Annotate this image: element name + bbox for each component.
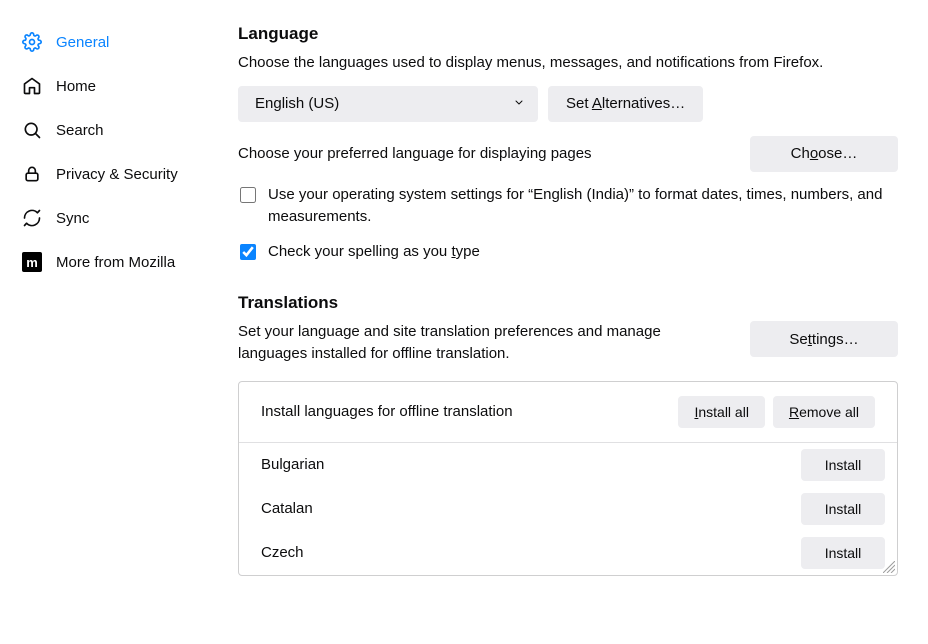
sidebar-item-privacy[interactable]: Privacy & Security <box>16 152 220 196</box>
settings-sidebar: General Home Search Privacy & Security S… <box>0 0 220 644</box>
spellcheck-label: Check your spelling as you type <box>268 241 898 264</box>
sidebar-item-search[interactable]: Search <box>16 108 220 152</box>
home-icon <box>22 76 42 96</box>
translations-section-title: Translations <box>238 293 898 313</box>
remove-all-button[interactable]: Remove all <box>773 396 875 428</box>
search-icon <box>22 120 42 140</box>
sidebar-item-label: More from Mozilla <box>56 254 175 271</box>
chevron-down-icon <box>513 95 525 112</box>
translations-settings-button[interactable]: Settings… <box>750 321 898 357</box>
gear-icon <box>22 32 42 52</box>
install-all-button[interactable]: Install all <box>678 396 764 428</box>
sidebar-item-label: General <box>56 34 109 51</box>
settings-main: Language Choose the languages used to di… <box>220 0 928 644</box>
language-dropdown[interactable]: English (US) <box>238 86 538 122</box>
sidebar-item-sync[interactable]: Sync <box>16 196 220 240</box>
language-section-desc: Choose the languages used to display men… <box>238 52 898 74</box>
sidebar-item-label: Sync <box>56 210 89 227</box>
sync-icon <box>22 208 42 228</box>
language-name: Bulgarian <box>261 456 324 473</box>
translations-section-desc: Set your language and site translation p… <box>238 321 730 365</box>
spellcheck-checkbox-row[interactable]: Check your spelling as you type <box>238 241 898 264</box>
language-name: Czech <box>261 544 304 561</box>
language-row: Bulgarian Install <box>239 443 897 487</box>
sidebar-item-mozilla[interactable]: m More from Mozilla <box>16 240 220 284</box>
install-language-button[interactable]: Install <box>801 537 885 569</box>
translations-language-box: Install languages for offline translatio… <box>238 381 898 576</box>
sidebar-item-general[interactable]: General <box>16 20 220 64</box>
sidebar-item-label: Home <box>56 78 96 95</box>
translations-install-header: Install languages for offline translatio… <box>261 403 513 420</box>
sidebar-item-home[interactable]: Home <box>16 64 220 108</box>
lock-icon <box>22 164 42 184</box>
install-language-button[interactable]: Install <box>801 449 885 481</box>
mozilla-icon: m <box>22 252 42 272</box>
os-settings-checkbox-row[interactable]: Use your operating system settings for “… <box>238 184 898 229</box>
choose-language-desc: Choose your preferred language for displ… <box>238 145 592 162</box>
language-name: Catalan <box>261 500 313 517</box>
choose-language-button[interactable]: Choose… <box>750 136 898 172</box>
os-settings-checkbox[interactable] <box>240 187 256 203</box>
os-settings-label: Use your operating system settings for “… <box>268 184 898 229</box>
language-row: Catalan Install <box>239 487 897 531</box>
spellcheck-checkbox[interactable] <box>240 244 256 260</box>
set-alternatives-button[interactable]: Set Alternatives… <box>548 86 703 122</box>
install-language-button[interactable]: Install <box>801 493 885 525</box>
sidebar-item-label: Search <box>56 122 104 139</box>
language-dropdown-value: English (US) <box>255 95 339 112</box>
sidebar-item-label: Privacy & Security <box>56 166 178 183</box>
language-section-title: Language <box>238 24 898 44</box>
language-row: Czech Install <box>239 531 897 575</box>
translations-language-list[interactable]: Bulgarian Install Catalan Install Czech … <box>239 443 897 575</box>
